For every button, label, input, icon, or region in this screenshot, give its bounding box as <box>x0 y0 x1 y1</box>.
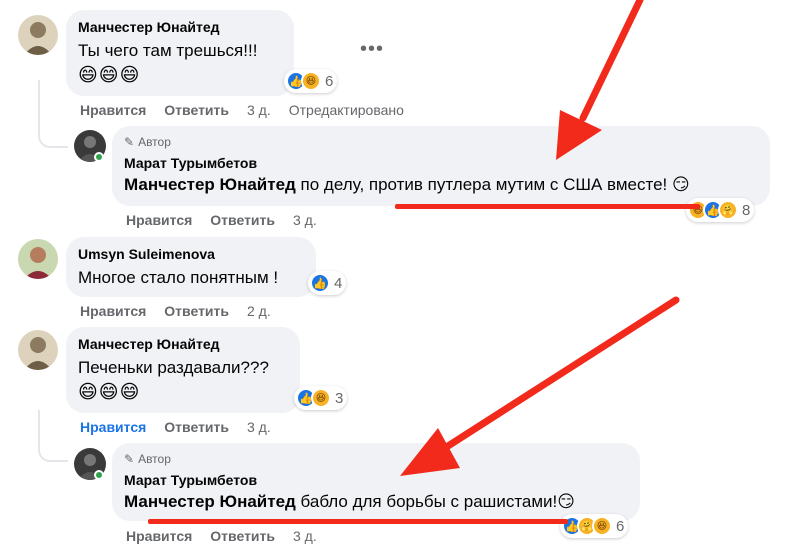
comment-author[interactable]: Марат Турымбетов <box>124 154 758 172</box>
mention-link[interactable]: Манчестер Юнайтед <box>124 175 296 194</box>
haha-icon: 😆 <box>301 71 321 91</box>
reactions-summary[interactable]: 👍 😆 3 <box>294 386 348 410</box>
comment-bubble: ✎ Автор Марат Турымбетов Манчестер Юнайт… <box>112 126 770 206</box>
reaction-count: 3 <box>335 389 344 407</box>
timestamp[interactable]: 3 д. <box>247 102 271 118</box>
annotation-underline <box>148 519 568 524</box>
timestamp[interactable]: 2 д. <box>247 303 271 319</box>
comment-author[interactable]: Umsyn Suleimenova <box>78 245 304 263</box>
reply-button[interactable]: Ответить <box>164 102 229 118</box>
reply-button[interactable]: Ответить <box>210 212 275 228</box>
comment-bubble: Umsyn Suleimenova Многое стало понятным … <box>66 237 316 297</box>
reaction-count: 4 <box>334 274 343 292</box>
online-status-icon <box>94 470 104 480</box>
reaction-count: 6 <box>616 517 625 535</box>
comment-emojis: 😄😄😄 <box>78 65 141 86</box>
avatar[interactable] <box>18 330 58 370</box>
comment-actions: Нравится Ответить 3 д. <box>126 212 317 228</box>
comment-text: Манчестер Юнайтед по делу, против путлер… <box>124 175 690 194</box>
comment-emojis: 😄😄😄 <box>78 382 141 403</box>
comment-author[interactable]: Манчестер Юнайтед <box>78 335 288 353</box>
comment-actions: Нравится Ответить 3 д. <box>126 528 317 544</box>
reply-button[interactable]: Ответить <box>210 528 275 544</box>
mention-link[interactable]: Манчестер Юнайтед <box>124 492 296 511</box>
reaction-count: 8 <box>742 201 751 219</box>
like-button[interactable]: Нравится <box>80 102 146 118</box>
online-status-icon <box>94 152 104 162</box>
comment-text: Манчестер Юнайтед бабло для борьбы с раш… <box>124 492 575 511</box>
reactions-summary[interactable]: 👍 4 <box>308 271 347 295</box>
like-icon: 👍 <box>310 273 330 293</box>
comment-actions: Нравится Ответить 2 д. <box>80 303 271 319</box>
comment-bubble: ✎ Автор Марат Турымбетов Манчестер Юнайт… <box>112 443 640 521</box>
comment-bubble: Манчестер Юнайтед Печеньки раздавали??? … <box>66 327 300 413</box>
reaction-count: 6 <box>325 72 334 90</box>
pencil-icon: ✎ <box>124 452 135 466</box>
comment-actions: Нравится Ответить 3 д. <box>80 419 271 435</box>
thread-connector <box>38 80 68 148</box>
comment-bubble: Манчестер Юнайтед Ты чего там трешься!!!… <box>66 10 294 96</box>
comment-text: Многое стало понятным ! <box>78 268 279 287</box>
author-badge: ✎ Автор <box>124 452 171 466</box>
timestamp[interactable]: 3 д. <box>293 212 317 228</box>
reactions-summary[interactable]: 👍 🤗 😆 6 <box>560 514 629 538</box>
timestamp[interactable]: 3 д. <box>293 528 317 544</box>
reactions-summary[interactable]: 👍 😆 6 <box>284 69 338 93</box>
avatar[interactable] <box>18 239 58 279</box>
comment-author[interactable]: Манчестер Юнайтед <box>78 18 282 36</box>
reactions-summary[interactable]: 😆 👍 🤗 8 <box>686 198 755 222</box>
care-icon: 🤗 <box>718 200 738 220</box>
comment-text: Печеньки раздавали??? <box>78 358 269 377</box>
like-button[interactable]: Нравится <box>126 528 192 544</box>
reply-button[interactable]: Ответить <box>164 419 229 435</box>
thread-connector <box>38 410 68 462</box>
like-button[interactable]: Нравится <box>80 303 146 319</box>
comment-text: Ты чего там трешься!!! <box>78 41 258 60</box>
haha-icon: 😆 <box>311 388 331 408</box>
like-button[interactable]: Нравится <box>126 212 192 228</box>
avatar[interactable] <box>18 15 58 55</box>
reply-button[interactable]: Ответить <box>164 303 229 319</box>
pencil-icon: ✎ <box>124 135 135 149</box>
annotation-underline <box>395 204 700 209</box>
more-options-icon[interactable]: ••• <box>360 38 384 61</box>
timestamp[interactable]: 3 д. <box>247 419 271 435</box>
author-badge: ✎ Автор <box>124 135 171 149</box>
comment-author[interactable]: Марат Турымбетов <box>124 471 628 489</box>
edited-label[interactable]: Отредактировано <box>289 102 404 118</box>
comment-actions: Нравится Ответить 3 д. Отредактировано <box>80 102 404 118</box>
like-button[interactable]: Нравится <box>80 419 146 435</box>
haha-icon: 😆 <box>592 516 612 536</box>
